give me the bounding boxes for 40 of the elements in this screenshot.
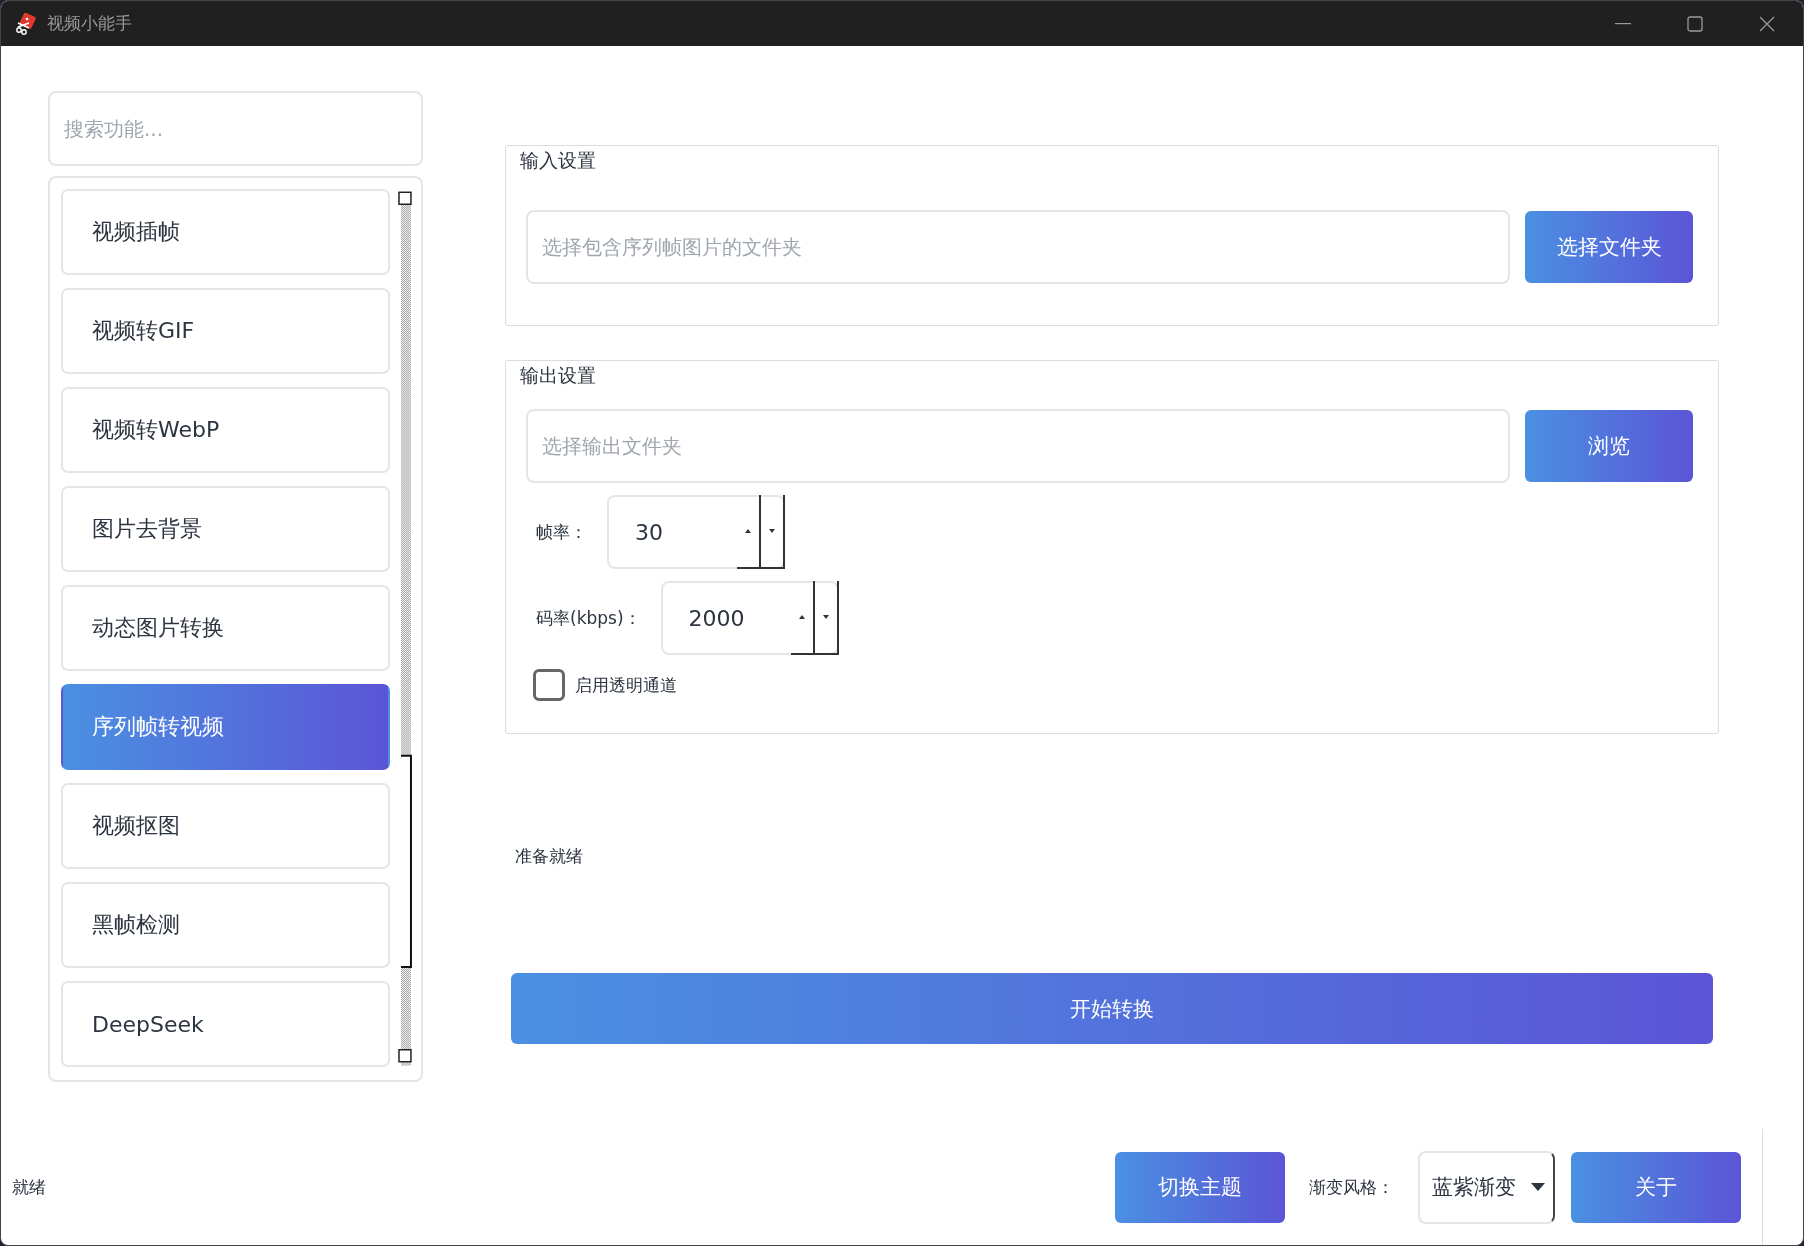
sidebar-item[interactable]: 视频转GIF	[61, 288, 391, 374]
start-button[interactable]: 开始转换	[511, 973, 1713, 1044]
progress-status: 准备就绪	[515, 845, 584, 868]
style-label: 渐变风格：	[1309, 1175, 1394, 1199]
spinbox[interactable]: 2000	[660, 581, 839, 655]
down-arrow-icon[interactable]	[822, 615, 829, 619]
minimize-icon[interactable]	[1615, 22, 1631, 25]
sidebar-item[interactable]: 黑帧检测	[61, 882, 391, 968]
sidebar-item[interactable]: 视频转WebP	[61, 387, 391, 473]
browse-button[interactable]: 浏览	[1525, 410, 1693, 482]
maximize-icon[interactable]	[1687, 15, 1703, 32]
spinbox[interactable]: 30	[607, 495, 785, 569]
checkbox-label: 启用透明通道	[575, 673, 677, 697]
sidebar-item[interactable]: 序列帧转视频	[61, 684, 391, 770]
sidebar-item[interactable]: 动态图片转换	[61, 585, 391, 671]
up-arrow-icon[interactable]	[798, 615, 805, 619]
sidebar-item[interactable]: 图片去背景	[61, 486, 391, 572]
input-folder-field[interactable]: 选择包含序列帧图片的文件夹	[526, 210, 1510, 284]
spinbox-label: 帧率：	[536, 520, 587, 544]
status-text: 就绪	[12, 1175, 47, 1199]
down-arrow-icon[interactable]	[769, 529, 775, 533]
spinbox-label: 码率(kbps)：	[536, 606, 641, 630]
group-title: 输入设置	[520, 148, 596, 173]
sidebar-item[interactable]: 视频插帧	[61, 189, 391, 275]
checkbox[interactable]	[533, 669, 565, 701]
style-dropdown[interactable]: 蓝紫渐变	[1418, 1150, 1555, 1224]
about-button[interactable]: 关于	[1571, 1151, 1741, 1223]
select-folder-button[interactable]: 选择文件夹	[1525, 211, 1693, 283]
theme-button[interactable]: 切换主题	[1115, 1151, 1285, 1223]
output-folder-field[interactable]: 选择输出文件夹	[526, 409, 1510, 483]
app-icon	[15, 12, 37, 35]
scrollbar[interactable]	[398, 189, 414, 1069]
search-field[interactable]: 搜索功能...	[48, 91, 423, 166]
sidebar-item[interactable]: DeepSeek	[61, 981, 391, 1067]
sidebar-item[interactable]: 视频抠图	[61, 783, 391, 869]
up-arrow-icon[interactable]	[745, 529, 751, 533]
group-title: 输出设置	[520, 363, 596, 388]
window-title: 视频小能手	[47, 12, 133, 35]
caret-icon	[1531, 1183, 1545, 1191]
close-icon[interactable]	[1759, 15, 1775, 32]
